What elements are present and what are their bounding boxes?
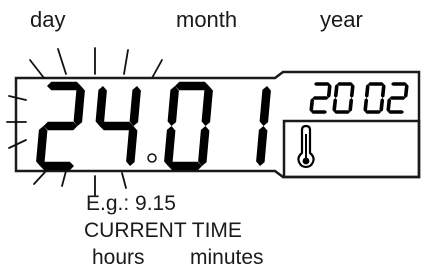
digit-year-2-segment-c [348, 98, 354, 112]
digit-2-segment-c [126, 126, 138, 166]
blink-rays [6, 47, 163, 197]
digit-3-segment-d [168, 161, 202, 171]
digit-year-3-segment-b [380, 84, 386, 98]
digit-year-4-segment-g [389, 96, 406, 100]
digit-year-1-segment-d [311, 110, 327, 114]
digit-year-3-segment-e [363, 98, 369, 112]
digit-3-segment-e [164, 126, 176, 166]
digit-3-segment-a [175, 81, 209, 91]
thermometer-icon [297, 124, 315, 169]
digit-2-segment-g [99, 121, 134, 131]
digit-4-segment-b [259, 86, 271, 126]
digit-1-segment-e [36, 126, 48, 166]
minutes-label: minutes [190, 246, 264, 269]
digit-year-2-segment-a [337, 82, 353, 86]
digit-year-1-segment-b [326, 84, 332, 98]
digit-1-segment-b [73, 86, 85, 126]
digit-year-4-segment-d [388, 110, 404, 114]
digit-year-3-segment-d [365, 110, 381, 114]
decimal-point [147, 153, 157, 163]
digit-1-segment-g [43, 121, 78, 131]
digit-year-3-segment-f [364, 84, 370, 98]
digit-year-4-segment-e [386, 98, 392, 112]
current-time-label: CURRENT TIME [84, 219, 242, 242]
big-digits [36, 81, 271, 171]
digit-year-4-segment-a [391, 82, 407, 86]
lcd-diagram: day month year E.g.: 9.15 CURRENT TIME h… [0, 0, 433, 269]
digit-year-3-segment-c [379, 98, 385, 112]
digit-year-2-segment-b [349, 84, 355, 98]
digit-3-segment-f [167, 86, 179, 126]
year-digits [309, 82, 409, 114]
digit-3-segment-c [198, 126, 210, 166]
digit-4-segment-c [256, 126, 268, 166]
digit-year-2-segment-f [333, 84, 339, 98]
digit-year-1-segment-e [309, 98, 315, 112]
digit-year-4-segment-b [403, 84, 409, 98]
digit-year-2-segment-e [332, 98, 338, 112]
digit-year-3-segment-a [368, 82, 384, 86]
hours-label: hours [92, 246, 145, 269]
digit-year-1-segment-a [314, 82, 330, 86]
digit-1-segment-a [47, 81, 81, 91]
digit-year-2-segment-d [334, 110, 350, 114]
digit-2-segment-f [95, 86, 107, 126]
digit-2-segment-b [129, 86, 141, 126]
digit-1-segment-d [40, 161, 74, 171]
digit-3-segment-b [201, 86, 213, 126]
digit-year-1-segment-g [312, 96, 329, 100]
example-label: E.g.: 9.15 [86, 192, 176, 215]
